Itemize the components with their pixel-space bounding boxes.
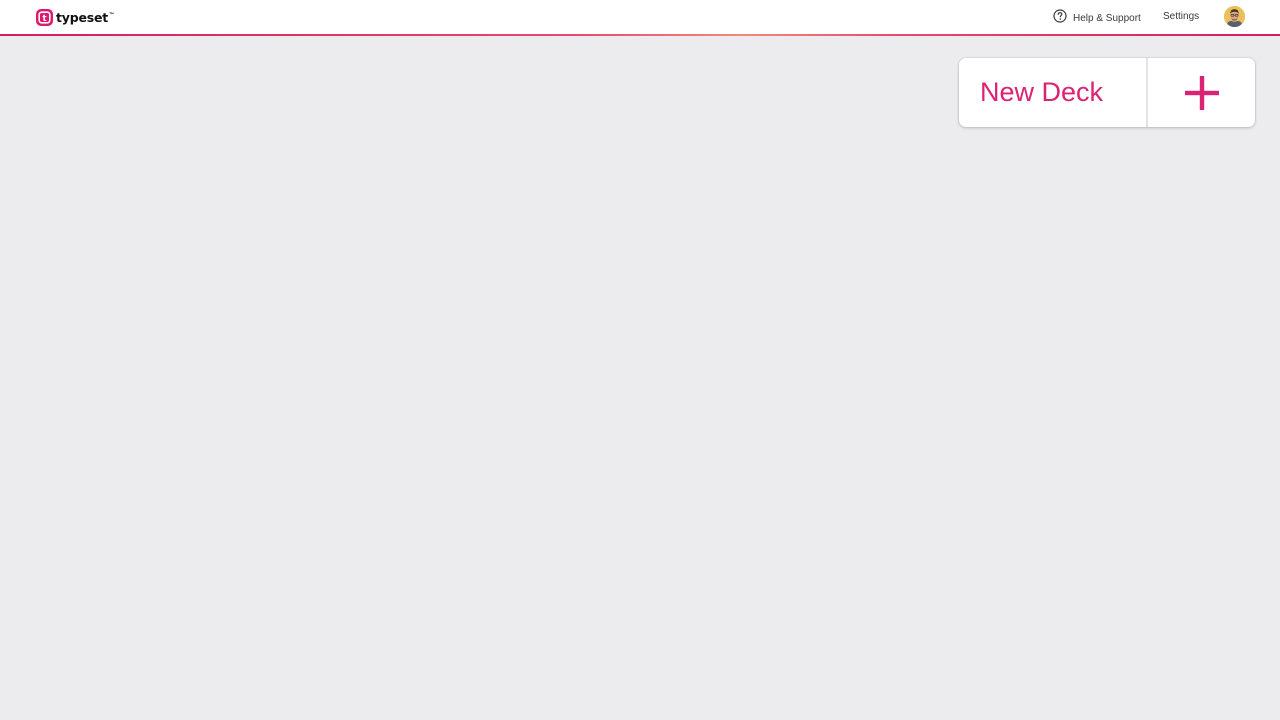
top-nav-bar: t typeset™ Help & Support Settings [0, 0, 1280, 34]
typeset-logo[interactable]: t typeset™ [36, 8, 114, 26]
plus-icon [1148, 58, 1255, 127]
settings-link[interactable]: Settings [1163, 11, 1199, 22]
svg-text:t: t [42, 14, 46, 24]
help-support-link[interactable]: Help & Support [1053, 9, 1141, 28]
trademark-symbol: ™ [109, 11, 114, 18]
question-circle-icon [1053, 9, 1067, 28]
topbar-accent-line [0, 34, 1280, 36]
help-support-label: Help & Support [1073, 13, 1141, 24]
logo-wordmark: typeset™ [56, 9, 114, 25]
user-avatar[interactable] [1224, 6, 1245, 27]
new-deck-label: New Deck [959, 58, 1148, 127]
typeset-logo-icon: t [36, 8, 53, 26]
new-deck-button[interactable]: New Deck [959, 58, 1255, 127]
